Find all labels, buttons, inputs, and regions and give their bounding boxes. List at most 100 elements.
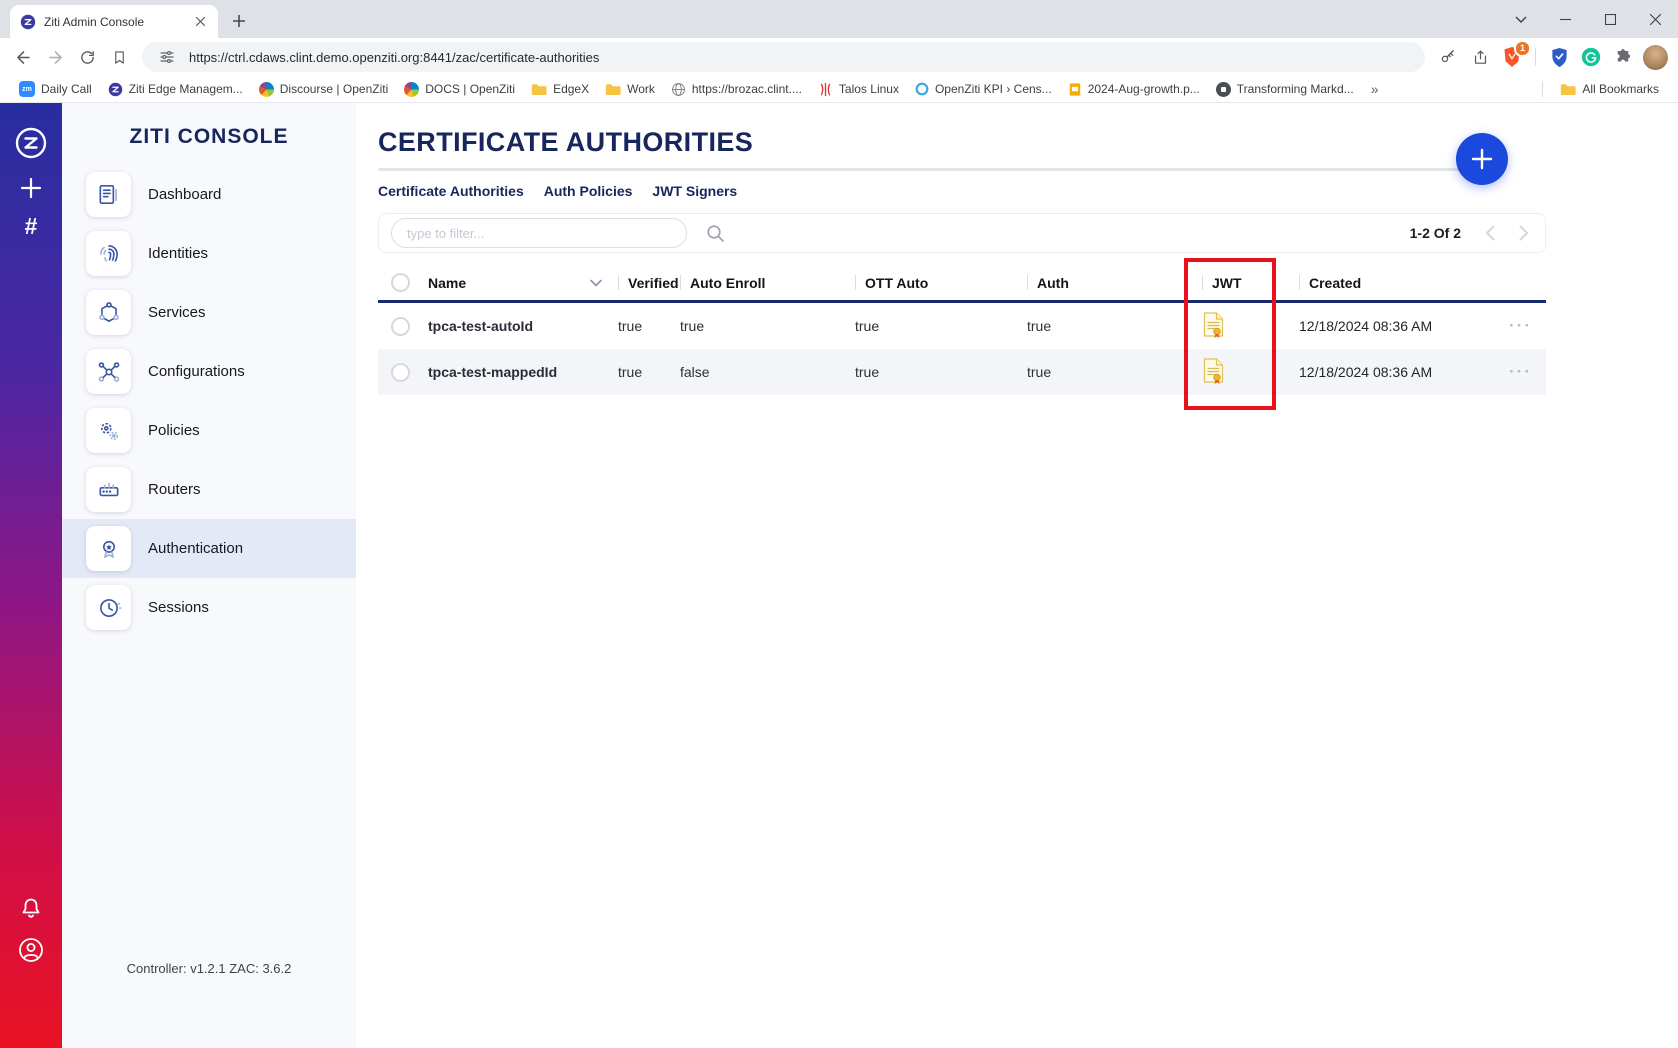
fingerprint-icon	[86, 231, 131, 276]
pagination-next-icon[interactable]	[1519, 225, 1529, 241]
forward-icon[interactable]	[42, 44, 68, 70]
browser-tabstrip: Ziti Admin Console	[0, 0, 1678, 38]
select-all-checkbox[interactable]	[378, 273, 428, 292]
globe-favicon	[671, 82, 686, 97]
tab-close-icon[interactable]	[192, 14, 208, 30]
bookmark-item[interactable]: Talos Linux	[811, 80, 906, 99]
auth-value: true	[1027, 318, 1202, 334]
jwt-cell	[1202, 312, 1299, 340]
sidebar-item-authentication[interactable]: Authentication	[62, 519, 356, 578]
sidebar: ZITI CONSOLE Dashboard Identities Servic…	[62, 103, 356, 1048]
bookmark-item[interactable]: EdgeX	[524, 80, 596, 98]
brand-rail: #	[0, 103, 62, 1048]
sidebar-item-dashboard[interactable]: Dashboard	[62, 165, 356, 224]
folder-icon	[1560, 82, 1576, 96]
slides-favicon	[1068, 82, 1082, 97]
routers-icon	[86, 467, 131, 512]
column-header-name[interactable]: Name	[428, 275, 618, 291]
browser-tab[interactable]: Ziti Admin Console	[10, 5, 218, 38]
add-certificate-authority-button[interactable]	[1456, 133, 1508, 185]
column-header-auto-enroll[interactable]: Auto Enroll	[680, 275, 855, 291]
window-minimize-button[interactable]	[1543, 0, 1588, 38]
bookmark-item[interactable]: Discourse | OpenZiti	[252, 80, 396, 99]
column-header-auth[interactable]: Auth	[1027, 275, 1202, 291]
table-header-row: Name Verified Auto Enroll OTT Auto Auth …	[378, 265, 1546, 303]
url-text: https://ctrl.cdaws.clint.demo.openziti.o…	[189, 50, 1413, 65]
bookmark-item[interactable]: OpenZiti KPI › Cens...	[908, 80, 1059, 98]
all-bookmarks-button[interactable]: All Bookmarks	[1553, 80, 1666, 98]
bookmarks-divider	[1542, 81, 1543, 97]
sidebar-item-policies[interactable]: Policies	[62, 401, 356, 460]
bookmark-item[interactable]: zmDaily Call	[12, 79, 99, 99]
brave-shield-icon[interactable]: 1	[1499, 44, 1525, 70]
bookmark-item[interactable]: DOCS | OpenZiti	[397, 80, 522, 99]
sidebar-item-services[interactable]: Services	[62, 283, 356, 342]
rail-hash-icon[interactable]: #	[25, 215, 38, 238]
configurations-nodes-icon	[86, 349, 131, 394]
notifications-bell-icon[interactable]	[19, 896, 43, 920]
tab-certificate-authorities[interactable]: Certificate Authorities	[378, 183, 524, 199]
ziti-favicon	[108, 82, 123, 97]
column-header-jwt[interactable]: JWT	[1202, 275, 1299, 291]
bookmark-item[interactable]: Ziti Edge Managem...	[101, 80, 250, 99]
column-header-created[interactable]: Created	[1299, 275, 1489, 291]
services-network-icon	[86, 290, 131, 335]
policies-gears-icon	[86, 408, 131, 453]
sidebar-item-identities[interactable]: Identities	[62, 224, 356, 283]
new-tab-button[interactable]	[226, 8, 252, 34]
filter-input[interactable]	[391, 218, 687, 248]
ca-name[interactable]: tpca-test-autoId	[428, 318, 618, 334]
folder-icon	[531, 82, 547, 96]
row-menu-ellipsis[interactable]: ···	[1509, 316, 1532, 336]
ca-name[interactable]: tpca-test-mappedId	[428, 364, 618, 380]
table-row[interactable]: tpca-test-autoId true true true true 12/…	[378, 303, 1546, 349]
verified-value: true	[618, 318, 680, 334]
bookmark-item[interactable]: 2024-Aug-growth.p...	[1061, 80, 1207, 99]
bookmarks-overflow-icon[interactable]: »	[1363, 81, 1387, 97]
table-row[interactable]: tpca-test-mappedId true false true true …	[378, 349, 1546, 395]
row-checkbox[interactable]	[378, 317, 428, 336]
column-header-verified[interactable]: Verified	[618, 275, 680, 291]
pagination-prev-icon[interactable]	[1485, 225, 1495, 241]
jwt-certificate-icon[interactable]	[1202, 312, 1225, 340]
share-icon[interactable]	[1467, 44, 1493, 70]
pagination-count: 1-2 Of 2	[1410, 225, 1461, 241]
passwords-key-icon[interactable]	[1435, 44, 1461, 70]
ca-table: Name Verified Auto Enroll OTT Auto Auth …	[378, 265, 1546, 395]
ziti-logo-icon[interactable]	[13, 125, 49, 161]
auto-enroll-value: false	[680, 364, 855, 380]
sidebar-item-routers[interactable]: Routers	[62, 460, 356, 519]
search-icon[interactable]	[705, 223, 726, 244]
auto-enroll-value: true	[680, 318, 855, 334]
extensions-puzzle-icon[interactable]	[1610, 44, 1636, 70]
title-divider	[378, 168, 1478, 171]
row-menu-ellipsis[interactable]: ···	[1509, 362, 1532, 382]
tab-jwt-signers[interactable]: JWT Signers	[652, 183, 737, 199]
reload-icon[interactable]	[74, 44, 100, 70]
window-close-button[interactable]	[1633, 0, 1678, 38]
row-checkbox[interactable]	[378, 363, 428, 382]
bookmark-item[interactable]: Work	[598, 80, 662, 98]
tab-search-chevron-icon[interactable]	[1498, 0, 1543, 38]
authentication-badge-icon	[86, 526, 131, 571]
window-maximize-button[interactable]	[1588, 0, 1633, 38]
url-bar[interactable]: https://ctrl.cdaws.clint.demo.openziti.o…	[142, 42, 1425, 72]
sidebar-item-sessions[interactable]: Sessions	[62, 578, 356, 637]
profile-icon[interactable]	[17, 936, 45, 964]
version-footer: Controller: v1.2.1 ZAC: 3.6.2	[62, 961, 356, 976]
bookmark-item[interactable]: https://brozac.clint....	[664, 80, 809, 99]
sidebar-item-configurations[interactable]: Configurations	[62, 342, 356, 401]
profile-avatar[interactable]	[1642, 44, 1668, 70]
grammarly-extension-icon[interactable]	[1578, 44, 1604, 70]
bookmark-icon[interactable]	[106, 44, 132, 70]
column-header-ott-auto[interactable]: OTT Auto	[855, 275, 1027, 291]
bookmark-item[interactable]: Transforming Markd...	[1209, 80, 1361, 99]
site-settings-icon[interactable]	[154, 44, 180, 70]
rail-add-icon[interactable]	[20, 177, 42, 199]
openziti-favicon	[915, 82, 929, 96]
jwt-certificate-icon[interactable]	[1202, 358, 1225, 386]
back-icon[interactable]	[10, 44, 36, 70]
jwt-cell	[1202, 358, 1299, 386]
tab-auth-policies[interactable]: Auth Policies	[544, 183, 633, 199]
password-manager-extension-icon[interactable]	[1546, 44, 1572, 70]
